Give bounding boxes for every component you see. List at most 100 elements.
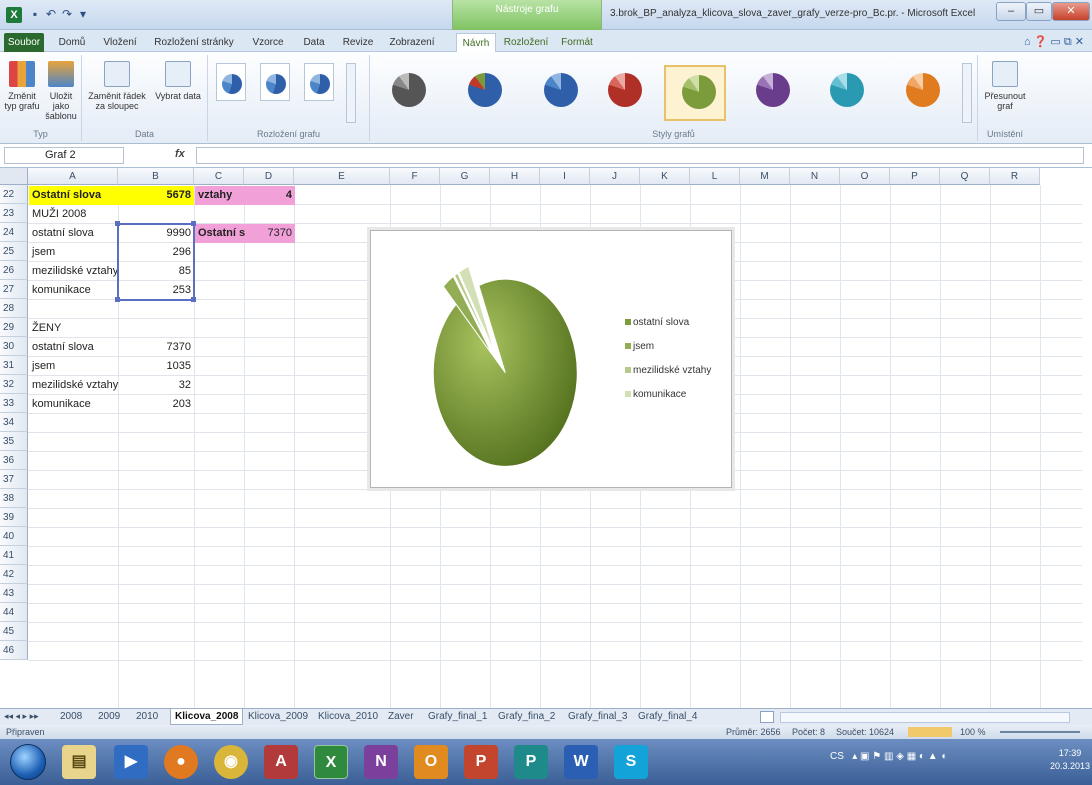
tab-page-layout[interactable]: Rozložení stránky [148,33,240,52]
cell-a30[interactable]: ostatní slova [29,338,119,357]
horizontal-scrollbar[interactable] [780,712,1070,723]
cell-d22[interactable]: 4 [245,186,295,205]
switch-row-column-button[interactable]: Zaměnit řádek za sloupec [86,61,148,111]
save-icon[interactable]: ▪ [28,7,42,21]
column-header-o[interactable]: O [840,168,890,185]
row-header-30[interactable]: 30 [0,337,28,356]
change-chart-type-button[interactable]: Změnit typ grafu [4,61,40,111]
cell-b22[interactable]: 5678 [118,186,194,205]
tab-formulas[interactable]: Vzorce [248,33,288,52]
cell-a24[interactable]: ostatní slova [29,224,119,243]
row-header-22[interactable]: 22 [0,185,28,204]
column-header-p[interactable]: P [890,168,940,185]
tab-insert[interactable]: Vložení [98,33,142,52]
pie-slice-ostatní-slova[interactable] [432,278,578,467]
column-header-q[interactable]: Q [940,168,990,185]
chart-layout-1[interactable] [216,63,246,101]
row-header-36[interactable]: 36 [0,451,28,470]
row-header-25[interactable]: 25 [0,242,28,261]
selection-handle[interactable] [115,221,120,226]
row-header-37[interactable]: 37 [0,470,28,489]
tab-chart-format[interactable]: Formát [556,33,598,52]
column-header-k[interactable]: K [640,168,690,185]
cell-a26[interactable]: mezilidské vztahy [29,262,119,281]
outlook-app-icon[interactable]: O [414,745,448,779]
select-all-corner[interactable] [0,168,28,185]
row-header-45[interactable]: 45 [0,622,28,641]
tab-home[interactable]: Domů [52,33,92,52]
onenote-app-icon[interactable]: N [364,745,398,779]
layouts-scroll[interactable] [346,63,356,123]
legend-item[interactable]: mezilidské vztahy [625,365,711,376]
cell-c24[interactable]: Ostatní sl [195,224,245,243]
chart-layout-2[interactable] [260,63,290,101]
cell-b32[interactable]: 32 [118,376,194,395]
row-header-46[interactable]: 46 [0,641,28,660]
chart-style-2[interactable] [452,65,514,121]
skype-app-icon[interactable]: S [614,745,648,779]
column-header-i[interactable]: I [540,168,590,185]
system-tray[interactable]: CS ▴ ▣ ⚑ ▥ ◈ ▦ ◐ ▲ ◖ [830,751,946,762]
legend-item[interactable]: ostatní slova [625,317,689,328]
row-header-29[interactable]: 29 [0,318,28,337]
column-header-b[interactable]: B [118,168,194,185]
tab-chart-layout[interactable]: Rozložení [500,33,552,52]
column-header-g[interactable]: G [440,168,490,185]
row-header-40[interactable]: 40 [0,527,28,546]
tab-view[interactable]: Zobrazení [384,33,440,52]
styles-scroll[interactable] [962,63,972,123]
row-header-41[interactable]: 41 [0,546,28,565]
insert-sheet-icon[interactable] [760,711,774,723]
language-indicator[interactable]: CS [830,751,844,762]
taskbar-clock[interactable]: 17:39 20.3.2013 [1050,747,1090,773]
cell-b31[interactable]: 1035 [118,357,194,376]
sheet-tab-grafy_final_3[interactable]: Grafy_final_3 [564,709,631,725]
sheet-tab-zaver[interactable]: Zaver [384,709,418,725]
zoom-level[interactable]: 100 % [960,725,986,739]
cell-c22[interactable]: vztahy [195,186,245,205]
sheet-tab-grafy_final_4[interactable]: Grafy_final_4 [634,709,701,725]
tab-file[interactable]: Soubor [4,33,44,52]
undo-icon[interactable]: ↶ [44,7,58,21]
column-header-n[interactable]: N [790,168,840,185]
cell-d24[interactable]: 7370 [245,224,295,243]
pie-chart[interactable]: ostatní slova jsem mezilidské vztahy komuni… [370,230,732,488]
name-box[interactable]: Graf 2 [4,147,124,164]
cell-a31[interactable]: jsem [29,357,119,376]
excel-taskbar-icon[interactable]: X [314,745,348,779]
row-header-24[interactable]: 24 [0,223,28,242]
row-header-43[interactable]: 43 [0,584,28,603]
row-header-39[interactable]: 39 [0,508,28,527]
sheet-tab-grafy_fina_2[interactable]: Grafy_fina_2 [494,709,559,725]
chart-style-5-selected[interactable] [664,65,726,121]
row-header-42[interactable]: 42 [0,565,28,584]
redo-icon[interactable]: ↷ [60,7,74,21]
minimize-button[interactable]: – [996,2,1026,21]
column-header-j[interactable]: J [590,168,640,185]
sheet-nav-arrows[interactable]: ◂◂ ◂ ▸ ▸▸ [4,711,39,722]
chart-style-4[interactable] [592,65,654,121]
function-icon[interactable]: fx [175,148,185,160]
column-header-m[interactable]: M [740,168,790,185]
formula-input[interactable] [196,147,1084,164]
cell-a27[interactable]: komunikace [29,281,119,300]
chrome-app-icon[interactable]: ◉ [214,745,248,779]
column-header-h[interactable]: H [490,168,540,185]
powerpoint-app-icon[interactable]: P [464,745,498,779]
view-buttons[interactable] [908,727,952,737]
row-header-33[interactable]: 33 [0,394,28,413]
sheet-tab-2010[interactable]: 2010 [132,709,162,725]
column-header-r[interactable]: R [990,168,1040,185]
row-header-23[interactable]: 23 [0,204,28,223]
legend-item[interactable]: komunikace [625,389,686,400]
row-header-35[interactable]: 35 [0,432,28,451]
chart-style-3[interactable] [528,65,590,121]
column-header-l[interactable]: L [690,168,740,185]
legend-item[interactable]: jsem [625,341,654,352]
access-app-icon[interactable]: A [264,745,298,779]
row-header-26[interactable]: 26 [0,261,28,280]
chart-style-8[interactable] [890,65,952,121]
row-header-27[interactable]: 27 [0,280,28,299]
firefox-app-icon[interactable]: ● [164,745,198,779]
move-chart-button[interactable]: Přesunout graf [982,61,1028,111]
